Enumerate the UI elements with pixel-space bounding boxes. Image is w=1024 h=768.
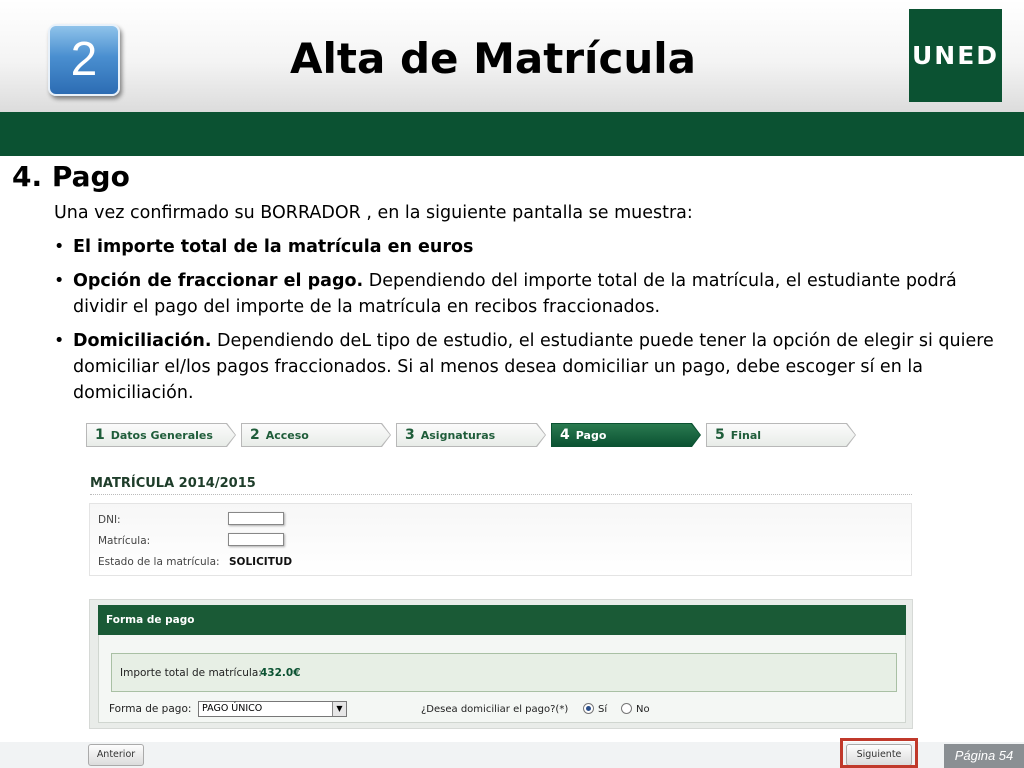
intro-text: Una vez confirmado su BORRADOR , en la s… xyxy=(54,203,693,223)
matricula-field[interactable] xyxy=(228,533,284,546)
radio-si-label: Sí xyxy=(598,704,608,715)
anterior-button[interactable]: Anterior xyxy=(88,744,144,766)
step-asignaturas[interactable]: 3 Asignaturas xyxy=(396,423,546,447)
bullet-list: El importe total de la matrícula en euro… xyxy=(54,234,1009,414)
step-datos-generales[interactable]: 1 Datos Generales xyxy=(86,423,236,447)
slide-title: Alta de Matrícula xyxy=(290,34,696,83)
bullet-text: Dependiendo deL tipo de estudio, el estu… xyxy=(73,331,994,403)
form-title: MATRÍCULA 2014/2015 xyxy=(90,476,256,491)
forma-pago-selected: PAGO ÚNICO xyxy=(202,703,263,714)
divider xyxy=(90,494,912,495)
matricula-label: Matrícula: xyxy=(98,535,151,547)
payment-header: Forma de pago xyxy=(98,605,906,635)
step-label: Pago xyxy=(575,429,607,442)
estado-value: SOLICITUD xyxy=(229,556,293,568)
step-number: 5 xyxy=(715,427,725,443)
step-number: 3 xyxy=(405,427,415,443)
radio-si[interactable] xyxy=(583,703,594,714)
step-number-badge: 2 xyxy=(48,24,120,96)
step-label: Datos Generales xyxy=(110,429,213,442)
dropdown-arrow-icon[interactable]: ▼ xyxy=(332,702,346,716)
bullet-bold: Opción de fraccionar el pago. xyxy=(73,271,364,291)
step-final[interactable]: 5 Final xyxy=(706,423,856,447)
step-number: 4 xyxy=(560,427,570,443)
domiciliar-label: ¿Desea domiciliar el pago?(*) xyxy=(421,704,569,715)
header-green-bar xyxy=(0,112,1024,156)
payment-body: Importe total de matrícula: 432.0€ Forma… xyxy=(98,635,906,723)
payment-panel: Forma de pago Importe total de matrícula… xyxy=(89,599,913,729)
student-info-box: DNI: Matrícula: Estado de la matrícula: … xyxy=(89,503,912,576)
forma-pago-label: Forma de pago: xyxy=(109,703,192,715)
bullet-item: El importe total de la matrícula en euro… xyxy=(54,234,1009,260)
step-number: 2 xyxy=(250,427,260,443)
forma-pago-select[interactable]: PAGO ÚNICO ▼ xyxy=(198,701,347,717)
section-title: 4. Pago xyxy=(12,160,130,193)
bullet-bold: Domiciliación. xyxy=(73,331,212,351)
wizard-steps: 1 Datos Generales 2 Acceso 3 Asignaturas 4P… xyxy=(86,423,866,447)
page-number: Página 54 xyxy=(944,744,1024,768)
amount-value: 432.0€ xyxy=(260,667,301,679)
siguiente-highlight xyxy=(840,738,918,768)
step-number: 1 xyxy=(95,427,105,443)
step-label: Acceso xyxy=(265,429,309,442)
bullet-item: Domiciliación. Dependiendo deL tipo de e… xyxy=(54,328,1009,406)
bullet-item: Opción de fraccionar el pago. Dependiend… xyxy=(54,268,1009,320)
dni-field[interactable] xyxy=(228,512,284,525)
step-label: Final xyxy=(730,429,762,442)
uned-logo: UNED xyxy=(909,9,1002,102)
dni-label: DNI: xyxy=(98,514,121,526)
amount-label: Importe total de matrícula: xyxy=(120,667,262,679)
radio-no-label: No xyxy=(636,704,650,715)
step-acceso[interactable]: 2 Acceso xyxy=(241,423,391,447)
step-label: Asignaturas xyxy=(420,429,496,442)
estado-label: Estado de la matrícula: xyxy=(98,556,220,568)
radio-no[interactable] xyxy=(621,703,632,714)
amount-box: Importe total de matrícula: 432.0€ xyxy=(111,653,897,692)
bullet-bold: El importe total de la matrícula en euro… xyxy=(73,237,474,257)
step-pago[interactable]: 4 Pago xyxy=(551,423,701,447)
